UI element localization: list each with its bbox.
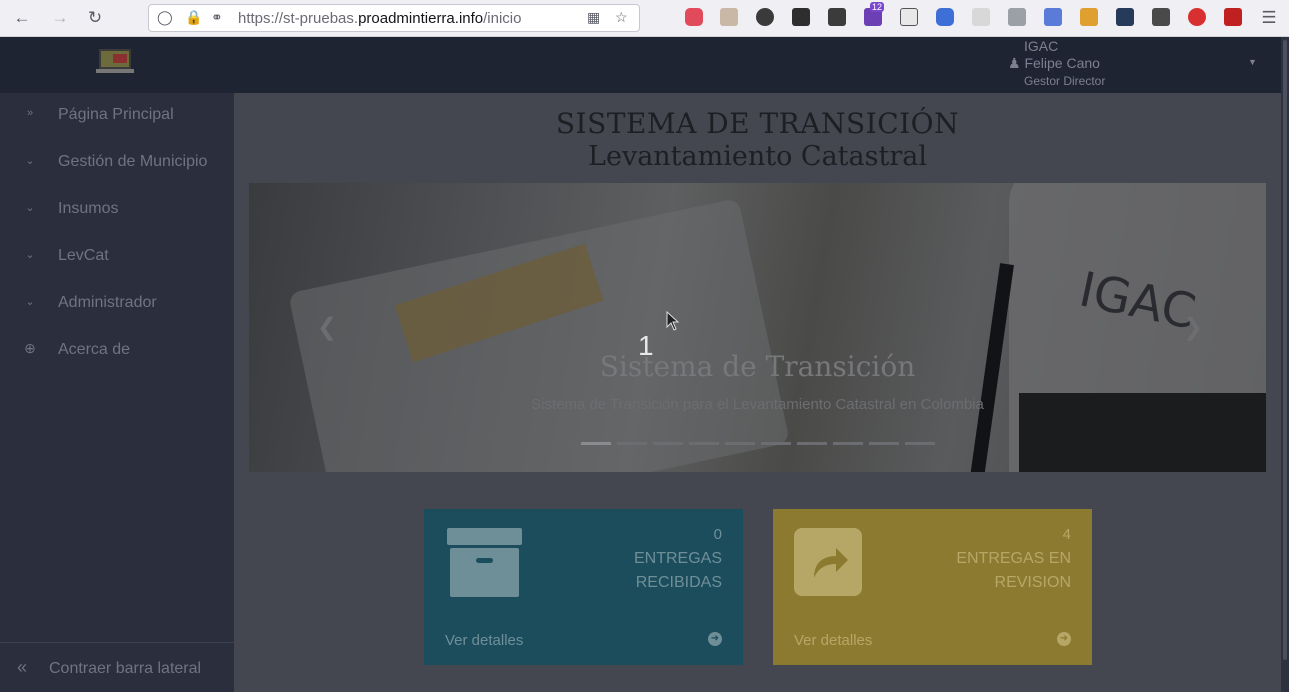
card-count: 4 (1062, 526, 1071, 543)
lock-icon[interactable]: 🔒 (185, 9, 202, 26)
main-content: SISTEMA DE TRANSICIÓN Levantamiento Cata… (234, 93, 1281, 692)
carousel-photo-clipboard (288, 197, 790, 472)
collapse-sidebar-button[interactable]: « Contraer barra lateral (0, 642, 234, 692)
carousel-indicator[interactable] (868, 442, 899, 445)
user-org: IGAC (1024, 38, 1059, 54)
carousel-indicator[interactable] (688, 442, 719, 445)
logo[interactable] (96, 49, 134, 75)
sidebar: » Página Principal ⌄ Gestión de Municipi… (0, 93, 234, 692)
browser-toolbar: ← → ↻ ◯ 🔒 ⚭ https://st-pruebas.proadmint… (0, 0, 1289, 37)
user-icon: ♟ (1008, 55, 1025, 71)
page-scrollbar-thumb[interactable] (1283, 40, 1287, 660)
carousel-indicator[interactable] (760, 442, 791, 445)
carousel-next-icon[interactable]: ❯ (1183, 313, 1203, 342)
address-bar[interactable]: ◯ 🔒 ⚭ https://st-pruebas.proadmintierra.… (148, 4, 640, 32)
sidebar-item-pagina-principal[interactable]: » Página Principal (0, 97, 234, 137)
card-label-line2: REVISION (994, 574, 1071, 591)
plus-circle-icon: ⊕ (24, 340, 36, 356)
double-chevron-down-icon: ⌄ (25, 249, 35, 261)
double-chevron-left-icon: « (17, 657, 28, 677)
sidebar-item-insumos[interactable]: ⌄ Insumos (0, 191, 234, 231)
card-entregas-revision: 4 ENTREGAS EN REVISION Ver detalles ➜ (773, 509, 1092, 665)
user-name: ♟ Felipe Cano (1008, 55, 1100, 71)
extension-icon[interactable] (1188, 8, 1206, 26)
grid-icon[interactable]: ▦ (587, 9, 600, 26)
extension-icon[interactable] (936, 8, 954, 26)
sidebar-item-levcat[interactable]: ⌄ LevCat (0, 238, 234, 278)
card-details-link[interactable]: Ver detalles (794, 632, 872, 649)
carousel-indicator[interactable] (580, 442, 611, 445)
carousel-indicator[interactable] (832, 442, 863, 445)
archive-box-body (450, 548, 519, 597)
double-chevron-down-icon: ⌄ (25, 296, 35, 308)
sidebar-item-acerca-de[interactable]: ⊕ Acerca de (0, 332, 234, 372)
extension-icon[interactable] (792, 8, 810, 26)
page-subtitle: Levantamiento Catastral (588, 141, 927, 172)
user-role: Gestor Director (1024, 74, 1106, 88)
back-icon[interactable]: ← (10, 7, 34, 29)
extension-icon[interactable] (1008, 8, 1026, 26)
caret-down-icon[interactable]: ▼ (1248, 57, 1257, 67)
sidebar-item-gestion-municipio[interactable]: ⌄ Gestión de Municipio (0, 144, 234, 184)
mouse-cursor-icon (666, 311, 680, 331)
carousel-caption-text: Sistema de Transición para el Levantamie… (531, 396, 984, 413)
card-label-line1: ENTREGAS EN (956, 550, 1071, 567)
extension-icon[interactable] (900, 8, 918, 26)
page-title: SISTEMA DE TRANSICIÓN (555, 107, 960, 140)
card-details-link[interactable]: Ver detalles (445, 632, 523, 649)
reload-icon[interactable]: ↻ (83, 7, 107, 29)
carousel-indicator[interactable] (652, 442, 683, 445)
card-label-line2: RECIBIDAS (635, 574, 722, 591)
extension-icon[interactable] (972, 8, 990, 26)
carousel[interactable]: IGAC ❮ ❯ 1 Sistema de Transición Sistema… (249, 183, 1266, 472)
double-chevron-right-icon: » (26, 107, 34, 119)
extension-icon[interactable] (1224, 8, 1242, 26)
carousel-indicator[interactable] (616, 442, 647, 445)
card-count: 0 (713, 526, 722, 543)
archive-box-icon (447, 528, 522, 545)
app: IGAC ♟ Felipe Cano Gestor Director ▼ » P… (0, 37, 1289, 692)
card-entregas-recibidas: 0 ENTREGAS RECIBIDAS Ver detalles ➜ (424, 509, 743, 665)
card-label-line1: ENTREGAS (633, 550, 722, 567)
double-chevron-down-icon: ⌄ (25, 155, 35, 167)
extension-icon[interactable] (1080, 8, 1098, 26)
extension-icon[interactable] (756, 8, 774, 26)
top-navbar: IGAC ♟ Felipe Cano Gestor Director ▼ (0, 37, 1281, 93)
pocket-icon[interactable] (685, 8, 703, 26)
carousel-indicator[interactable] (724, 442, 755, 445)
download-icon[interactable] (720, 8, 738, 26)
carousel-caption-title: Sistema de Transición (599, 350, 916, 383)
sidebar-item-administrador[interactable]: ⌄ Administrador (0, 285, 234, 325)
share-arrow-icon (794, 528, 862, 596)
star-icon[interactable]: ☆ (615, 9, 628, 26)
extension-icon[interactable] (1152, 8, 1170, 26)
extension-badge-icon[interactable]: 12 (864, 2, 885, 26)
carousel-indicator[interactable] (904, 442, 935, 445)
forward-icon[interactable]: → (48, 7, 72, 29)
arrow-circle-right-icon[interactable]: ➜ (1057, 632, 1071, 646)
arrow-circle-right-icon[interactable]: ➜ (708, 632, 722, 646)
menu-icon[interactable]: ☰ (1257, 7, 1281, 29)
user-menu[interactable]: IGAC ♟ Felipe Cano Gestor Director (1008, 38, 1198, 90)
extension-icon[interactable] (828, 8, 846, 26)
double-chevron-down-icon: ⌄ (25, 202, 35, 214)
carousel-indicator[interactable] (796, 442, 827, 445)
extension-icon[interactable] (1116, 8, 1134, 26)
carousel-prev-icon[interactable]: ❮ (317, 313, 337, 342)
shield-icon[interactable]: ◯ (157, 9, 173, 26)
url-text[interactable]: https://st-pruebas.proadmintierra.info/i… (238, 10, 521, 27)
key-icon[interactable]: ⚭ (211, 9, 223, 26)
extension-icon[interactable] (1044, 8, 1062, 26)
